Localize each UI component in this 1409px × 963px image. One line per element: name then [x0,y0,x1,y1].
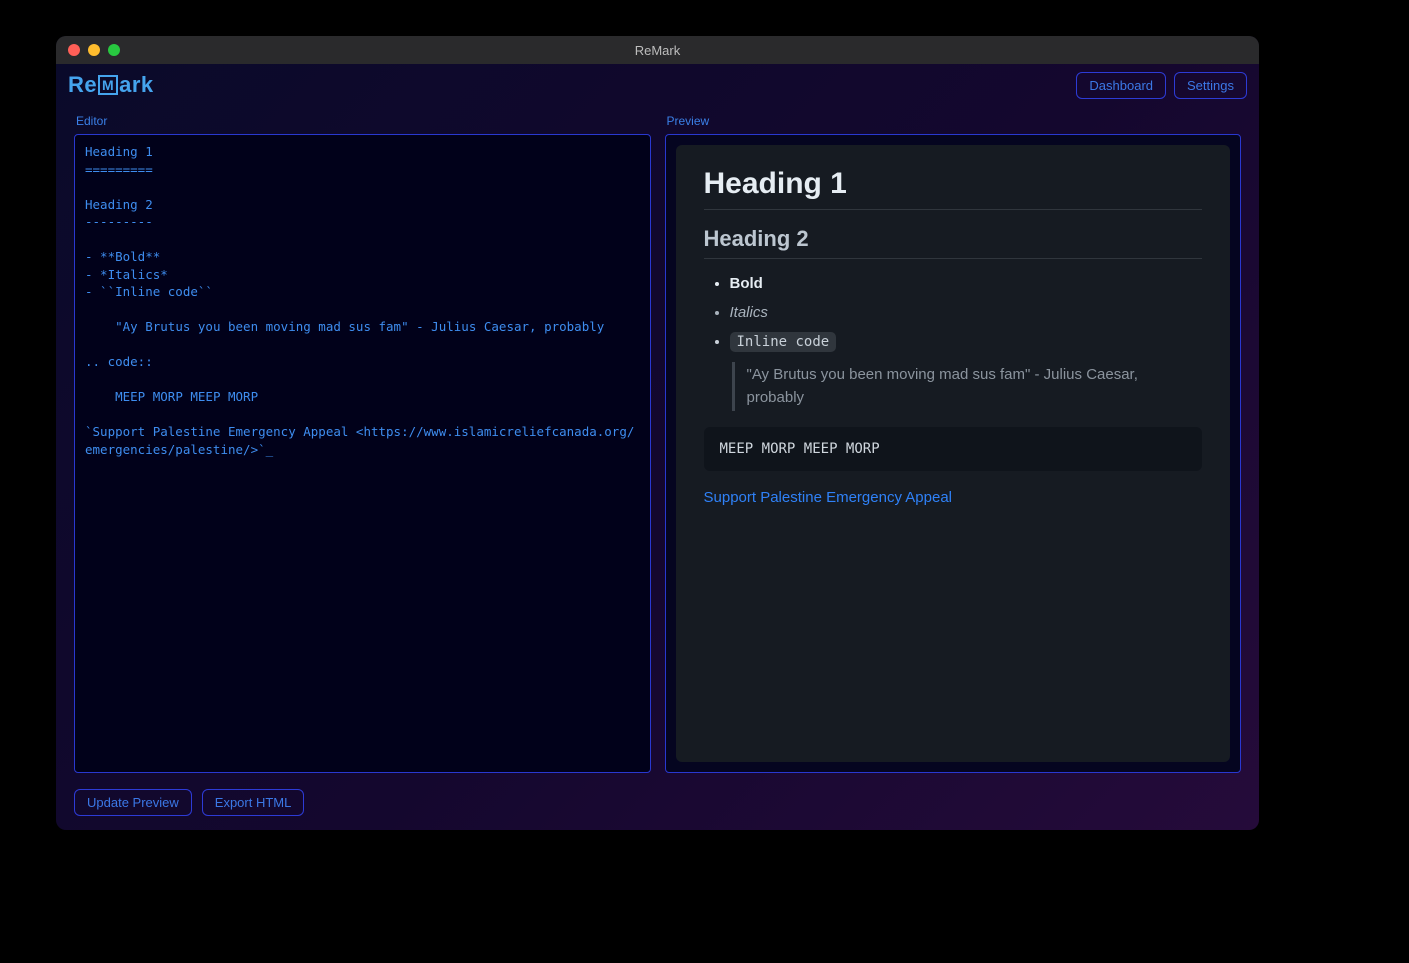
topbar: Re M ark Dashboard Settings [56,64,1259,106]
preview-h1: Heading 1 [704,167,1203,210]
preview-link[interactable]: Support Palestine Emergency Appeal [704,489,953,506]
logo-boxed-m: M [98,75,118,95]
preview-container: Heading 1 Heading 2 Bold Italics Inline … [665,134,1242,773]
app-logo: Re M ark [68,72,154,98]
window-controls [56,44,120,56]
preview-blockquote: "Ay Brutus you been moving mad sus fam" … [732,362,1203,411]
list-item-italic: Italics [730,304,1203,321]
preview-label: Preview [665,106,1242,134]
content-area: Editor Preview Heading 1 Heading 2 Bold … [56,106,1259,781]
preview-codeblock: MEEP MORP MEEP MORP [704,427,1203,471]
inline-code: Inline code [730,332,837,352]
settings-button[interactable]: Settings [1174,72,1247,99]
preview-list: Bold Italics Inline code [704,275,1203,350]
preview-content: Heading 1 Heading 2 Bold Italics Inline … [676,145,1231,762]
top-buttons: Dashboard Settings [1076,72,1247,99]
logo-suffix: ark [119,72,154,98]
logo-prefix: Re [68,72,97,98]
zoom-icon[interactable] [108,44,120,56]
editor-pane: Editor [74,106,651,773]
titlebar: ReMark [56,36,1259,64]
minimize-icon[interactable] [88,44,100,56]
preview-h2: Heading 2 [704,226,1203,259]
update-preview-button[interactable]: Update Preview [74,789,192,816]
dashboard-button[interactable]: Dashboard [1076,72,1166,99]
export-html-button[interactable]: Export HTML [202,789,305,816]
list-item-code: Inline code [730,333,1203,350]
window-title: ReMark [56,43,1259,58]
editor-textarea[interactable] [74,134,651,773]
app-window: ReMark Re M ark Dashboard Settings Edito… [56,36,1259,830]
list-item-bold: Bold [730,275,1203,292]
editor-label: Editor [74,106,651,134]
preview-pane: Preview Heading 1 Heading 2 Bold Italics… [665,106,1242,773]
bottombar: Update Preview Export HTML [56,781,1259,830]
close-icon[interactable] [68,44,80,56]
